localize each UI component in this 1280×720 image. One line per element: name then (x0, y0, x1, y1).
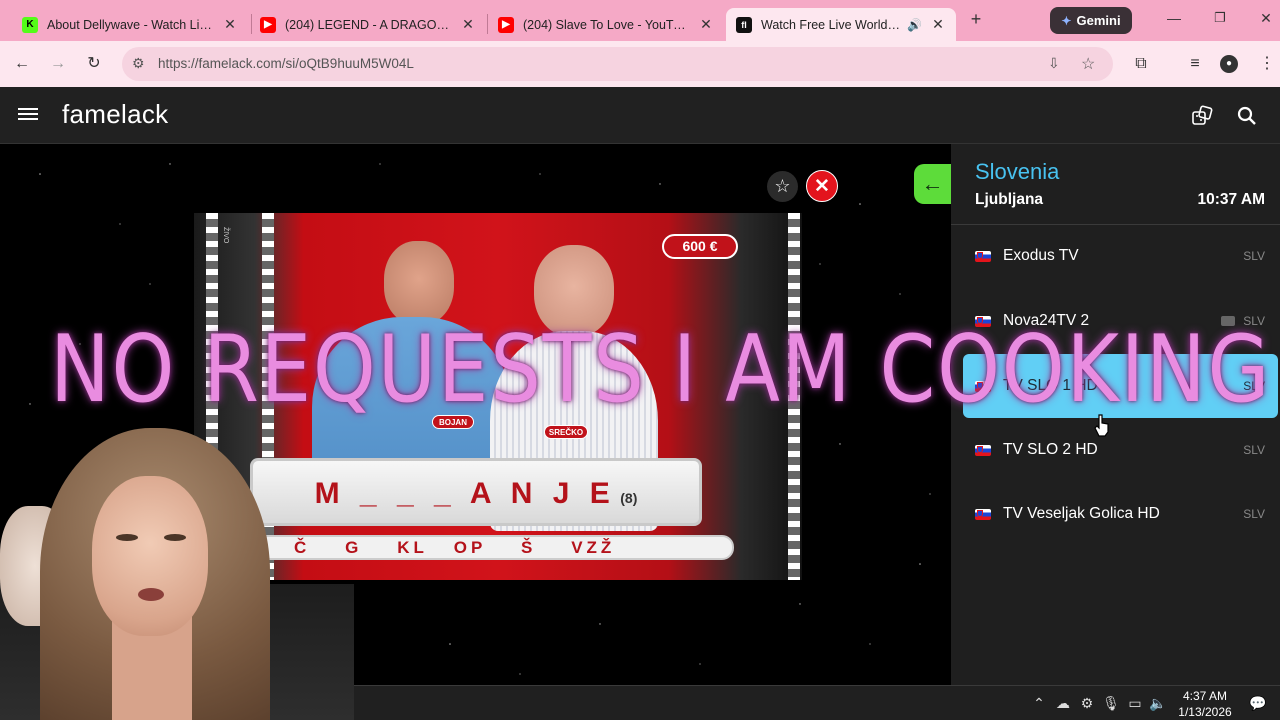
close-player-button[interactable]: ✕ (806, 170, 838, 202)
channel-item-tv-slo-2-hd[interactable]: TV SLO 2 HD SLV (963, 419, 1278, 481)
screen: K About Dellywave - Watch Live c ✕ ▶ (20… (0, 0, 1280, 720)
youtube-icon: ▶ (498, 16, 514, 33)
kick-icon: K (22, 16, 38, 33)
puzzle-word: M _ _ _ A N J E (314, 477, 616, 510)
channel-code: SLV (1243, 507, 1265, 521)
eye (116, 534, 138, 541)
site-info-icon[interactable]: ⚙ (132, 55, 145, 72)
browser-tab-famelack[interactable]: fl Watch Free Live World TV | 🔊 ✕ (726, 8, 956, 41)
clock-date: 1/13/2026 (1178, 705, 1232, 719)
mouse-cursor-icon (1094, 414, 1109, 437)
prize-badge: 600 € (662, 234, 738, 259)
install-app-icon[interactable]: ⇩ (1048, 55, 1060, 72)
speaker-icon[interactable]: 🔊 (907, 18, 922, 32)
tab-title: (204) Slave To Love - YouTube (523, 17, 690, 32)
gemini-sparkle-icon: ✦ (1061, 13, 1072, 28)
webcam-overlay (0, 420, 354, 720)
minimize-icon[interactable]: — (1164, 10, 1184, 26)
url-text[interactable]: https://famelack.com/si/oQtB9huuM5W04L (158, 56, 414, 71)
address-bar[interactable]: ⚙ https://famelack.com/si/oQtB9huuM5W04L… (122, 47, 1113, 81)
contestant-right-nametag: SREČKO (544, 425, 588, 439)
channel-name: TV SLO 2 HD (1003, 441, 1098, 458)
close-window-icon[interactable]: ✕ (1256, 10, 1276, 27)
close-tab-icon[interactable]: ✕ (460, 16, 476, 33)
city-label: Ljubljana (975, 191, 1044, 208)
clock-time: 4:37 AM (1182, 689, 1228, 703)
new-tab-icon[interactable]: + (966, 9, 986, 31)
live-tag: ŽIVO (222, 227, 229, 244)
youtube-icon: ▶ (260, 16, 276, 33)
random-dice-icon[interactable] (1190, 104, 1214, 128)
local-time: 10:37 AM (1197, 191, 1265, 208)
collapse-sidebar-button[interactable]: ← (914, 164, 951, 204)
taskbar-clock[interactable]: 4:37 AM 1/13/2026 (1172, 688, 1238, 720)
favorite-star-button[interactable]: ☆ (767, 171, 798, 202)
microphone-icon[interactable]: 🎙 (1101, 695, 1121, 712)
volume-icon[interactable]: 🔈 (1148, 695, 1168, 712)
browser-tab-kick[interactable]: K About Dellywave - Watch Live c ✕ (12, 8, 248, 41)
slovenia-flag-icon (975, 508, 991, 520)
slovenia-flag-icon (975, 444, 991, 456)
bookmark-star-icon[interactable]: ☆ (1081, 54, 1095, 74)
channel-code: SLV (1243, 249, 1265, 263)
country-title: Slovenia (975, 159, 1060, 184)
back-icon[interactable]: ← (11, 53, 33, 75)
puzzle-length: (8) (620, 490, 638, 506)
search-icon[interactable] (1236, 105, 1258, 127)
channel-name: TV Veseljak Golica HD (1003, 505, 1160, 522)
browser-tab-strip: K About Dellywave - Watch Live c ✕ ▶ (20… (0, 0, 1280, 41)
close-tab-icon[interactable]: ✕ (222, 16, 238, 33)
tab-title: (204) LEGEND - A DRAGON BA (285, 17, 452, 32)
famelack-icon: fl (736, 16, 752, 33)
browser-menu-icon[interactable]: ⋮ (1256, 53, 1278, 75)
onedrive-icon[interactable]: ☁ (1053, 695, 1073, 712)
profile-avatar[interactable]: ● (1220, 55, 1238, 73)
notifications-icon[interactable]: 💬 (1248, 695, 1268, 712)
network-icon[interactable]: ▭ (1125, 695, 1145, 712)
tray-app-icon[interactable]: ⚙ (1077, 695, 1097, 712)
streamer-face (92, 476, 208, 636)
channel-name: Exodus TV (1003, 247, 1079, 264)
browser-toolbar: ← → ↻ ⚙ https://famelack.com/si/oQtB9huu… (0, 41, 1280, 87)
channel-item-tv-veseljak-golica-hd[interactable]: TV Veseljak Golica HD SLV (963, 483, 1278, 545)
forward-icon[interactable]: → (47, 53, 69, 75)
restore-icon[interactable]: ❐ (1210, 10, 1230, 26)
channel-item-exodus-tv[interactable]: Exodus TV SLV (963, 225, 1278, 287)
extensions-icon[interactable]: ⧉ (1130, 53, 1152, 75)
tray-overflow-icon[interactable]: ⌃ (1029, 695, 1049, 712)
tab-title: About Dellywave - Watch Live c (47, 17, 214, 32)
gemini-label: Gemini (1076, 13, 1121, 28)
tab-title: Watch Free Live World TV | (761, 17, 904, 32)
site-logo[interactable]: famelack (62, 99, 168, 130)
site-header: famelack (0, 87, 1280, 144)
channel-code: SLV (1243, 443, 1265, 457)
close-tab-icon[interactable]: ✕ (930, 16, 946, 33)
gemini-button[interactable]: ✦ Gemini (1050, 7, 1132, 34)
reload-icon[interactable]: ↻ (83, 53, 105, 75)
browser-tab-youtube-2[interactable]: ▶ (204) Slave To Love - YouTube ✕ (488, 8, 724, 41)
browser-tab-youtube-1[interactable]: ▶ (204) LEGEND - A DRAGON BA ✕ (250, 8, 486, 41)
media-controls-icon[interactable]: ≡ (1184, 53, 1206, 75)
stream-overlay-text: NO REQUESTS I AM COOKING RN (50, 315, 1280, 423)
slovenia-flag-icon (975, 250, 991, 262)
hamburger-menu-icon[interactable] (18, 105, 38, 123)
mouth (138, 588, 164, 601)
eye (164, 534, 186, 541)
close-tab-icon[interactable]: ✕ (698, 16, 714, 33)
contestant-left-head (384, 241, 454, 325)
